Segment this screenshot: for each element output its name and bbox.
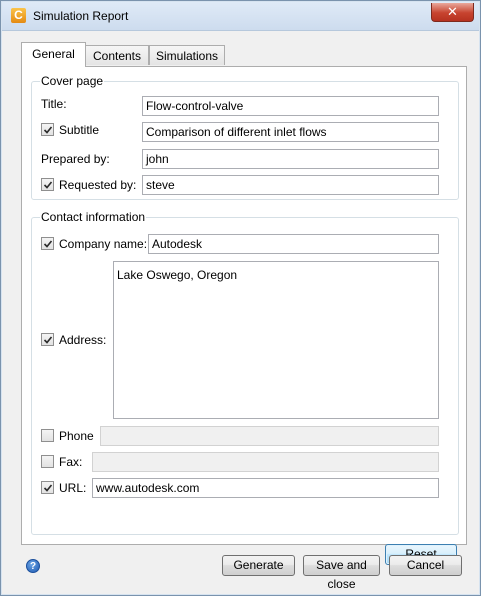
tab-simulations[interactable]: Simulations <box>149 45 225 65</box>
url-checkbox[interactable] <box>41 481 54 494</box>
checkmark-icon <box>43 126 53 134</box>
contact-information-group: Contact information Company name: Autode… <box>31 210 459 535</box>
url-input[interactable]: www.autodesk.com <box>92 478 439 498</box>
url-label: URL: <box>59 481 87 495</box>
phone-checkbox[interactable] <box>41 429 54 442</box>
app-logo-icon: C <box>11 8 26 23</box>
address-checkbox[interactable] <box>41 333 54 346</box>
phone-input[interactable] <box>100 426 439 446</box>
fax-checkbox[interactable] <box>41 455 54 468</box>
subtitle-label: Subtitle <box>59 123 100 137</box>
contact-information-legend: Contact information <box>40 210 147 224</box>
title-label: Title: <box>41 97 67 111</box>
fax-input[interactable] <box>92 452 439 472</box>
phone-label: Phone <box>59 429 94 443</box>
checkmark-icon <box>43 336 53 344</box>
dialog-body: Contents Simulations General Cover page … <box>9 31 472 591</box>
cover-page-legend: Cover page <box>40 74 105 88</box>
tab-general[interactable]: General <box>21 42 86 67</box>
checkmark-icon <box>43 181 53 189</box>
window-title: Simulation Report <box>33 9 129 23</box>
requested-by-input[interactable]: steve <box>142 175 439 195</box>
subtitle-checkbox[interactable] <box>41 123 54 136</box>
save-and-close-button[interactable]: Save and close <box>303 555 380 591</box>
company-name-input[interactable]: Autodesk <box>148 234 439 254</box>
address-textarea[interactable]: Lake Oswego, Oregon <box>113 261 439 419</box>
cancel-button[interactable]: Cancel <box>389 555 462 576</box>
checkmark-icon <box>43 240 53 248</box>
fax-label: Fax: <box>59 455 83 469</box>
address-label: Address: <box>59 333 107 347</box>
title-bar[interactable]: C Simulation Report ✕ <box>2 2 479 31</box>
requested-by-label: Requested by: <box>59 178 137 192</box>
general-tab-panel: Cover page Title: Flow-control-valve Sub… <box>21 66 467 565</box>
checkmark-icon <box>43 484 53 492</box>
cover-page-group: Cover page Title: Flow-control-valve Sub… <box>31 74 459 200</box>
requested-by-checkbox[interactable] <box>41 178 54 191</box>
dialog-window: C Simulation Report ✕ Contents Simulatio… <box>0 0 481 596</box>
tab-contents[interactable]: Contents <box>85 45 149 65</box>
company-name-checkbox[interactable] <box>41 237 54 250</box>
title-input[interactable]: Flow-control-valve <box>142 96 439 116</box>
close-button[interactable]: ✕ <box>431 3 474 22</box>
prepared-by-label: Prepared by: <box>41 152 110 166</box>
help-icon[interactable]: ? <box>26 559 40 573</box>
generate-button[interactable]: Generate <box>222 555 295 576</box>
subtitle-input[interactable]: Comparison of different inlet flows <box>142 122 439 142</box>
company-name-label: Company name: <box>59 237 148 251</box>
prepared-by-input[interactable]: john <box>142 149 439 169</box>
